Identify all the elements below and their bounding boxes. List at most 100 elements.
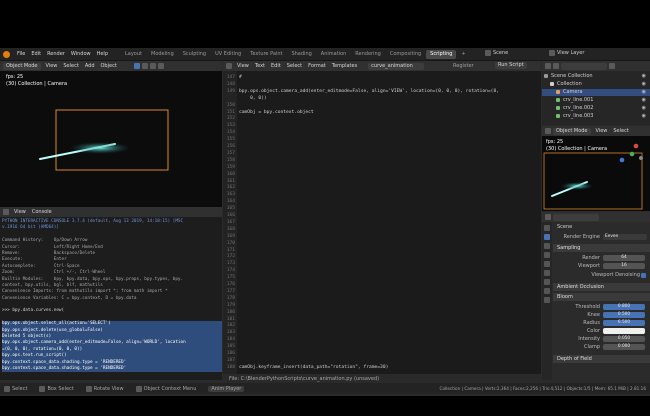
constraints-tab-icon[interactable] bbox=[544, 288, 550, 294]
view-layer-tab-icon[interactable] bbox=[544, 252, 550, 258]
visibility-eye-icon[interactable]: ◉ bbox=[642, 81, 646, 88]
outliner-item[interactable]: crv_line.001 ◉ bbox=[542, 97, 650, 104]
tab-rendering[interactable]: Rendering bbox=[351, 50, 385, 59]
viewport-menu-select[interactable]: Select bbox=[60, 63, 81, 69]
properties-search-input[interactable] bbox=[553, 213, 599, 221]
code-line[interactable]: 160 bbox=[225, 172, 239, 177]
visibility-eye-icon[interactable]: ◉ bbox=[642, 113, 646, 120]
code-line[interactable]: 180 bbox=[225, 310, 239, 315]
object-mode-dropdown[interactable]: Object Mode bbox=[3, 62, 41, 70]
overlay-icon[interactable] bbox=[157, 63, 164, 69]
console-editor-type-icon[interactable] bbox=[3, 209, 9, 215]
text-editor[interactable]: 147 #148 149 bpy.ops.object.camera_add(ente… bbox=[223, 71, 541, 374]
knee-field[interactable]: 0.500 bbox=[603, 312, 645, 318]
viewport-samples-field[interactable]: 16 bbox=[603, 263, 645, 269]
tab-sculpting[interactable]: Sculpting bbox=[179, 50, 210, 59]
outliner-item[interactable]: Scene Collection ◉ bbox=[542, 73, 650, 80]
text-menu-view[interactable]: View bbox=[234, 63, 252, 69]
shading-material-icon[interactable] bbox=[141, 63, 148, 69]
visibility-eye-icon[interactable]: ◉ bbox=[642, 97, 646, 104]
tab-shading[interactable]: Shading bbox=[287, 50, 315, 59]
code-line[interactable]: 185 bbox=[225, 344, 239, 349]
camera-menu-select[interactable]: Select bbox=[610, 128, 631, 134]
render-tab-icon[interactable] bbox=[544, 234, 550, 240]
code-line[interactable]: 147 # bbox=[225, 75, 242, 80]
outliner-item[interactable]: crv_line.002 ◉ bbox=[542, 105, 650, 112]
shading-solid-icon[interactable] bbox=[133, 63, 140, 69]
ambient-occlusion-panel-header[interactable]: Ambient Occlusion bbox=[553, 283, 650, 291]
properties-type-icon[interactable] bbox=[545, 214, 551, 220]
anim-player-button[interactable]: Anim Player bbox=[208, 385, 245, 392]
code-line[interactable]: 166 bbox=[225, 213, 239, 218]
code-line[interactable]: 161 bbox=[225, 179, 239, 184]
code-line[interactable]: 163 bbox=[225, 192, 239, 197]
scene-tab-icon[interactable] bbox=[544, 261, 550, 267]
depth-of-field-panel-header[interactable]: Depth of Field bbox=[553, 355, 650, 363]
outliner-search-input[interactable] bbox=[561, 62, 607, 70]
code-line[interactable]: 165 bbox=[225, 206, 239, 211]
3d-viewport[interactable]: fps: 25 (30) Collection | Camera bbox=[0, 71, 222, 207]
console-menu-console[interactable]: Console bbox=[29, 209, 55, 215]
blender-logo-icon[interactable] bbox=[3, 50, 10, 58]
camera-menu-view[interactable]: View bbox=[593, 128, 611, 134]
code-line[interactable]: 188 camObj.keyframe_insert(data_path="rot… bbox=[225, 365, 389, 370]
add-workspace-button[interactable]: + bbox=[457, 50, 469, 59]
code-line[interactable]: 162 bbox=[225, 185, 239, 190]
code-line[interactable]: 151 camObj = bpy.context.object bbox=[225, 110, 314, 115]
outliner-item[interactable]: Collection ◉ bbox=[542, 81, 650, 88]
text-editor-type-icon[interactable] bbox=[226, 63, 232, 69]
radius-field[interactable]: 6.500 bbox=[603, 320, 645, 326]
view-layer-name[interactable]: View Layer bbox=[557, 50, 584, 56]
camera-preview-viewport[interactable]: fps: 25 (30) Collection | Camera bbox=[542, 136, 650, 211]
shading-rendered-icon[interactable] bbox=[149, 63, 156, 69]
text-menu-edit[interactable]: Edit bbox=[268, 63, 284, 69]
code-line[interactable]: 169 bbox=[225, 234, 239, 239]
clamp-field[interactable]: 0.000 bbox=[603, 344, 645, 350]
text-menu-select[interactable]: Select bbox=[284, 63, 305, 69]
code-line[interactable]: 164 bbox=[225, 199, 239, 204]
sampling-panel-header[interactable]: Sampling bbox=[553, 244, 650, 252]
menu-help[interactable]: Help bbox=[94, 51, 111, 57]
menu-render[interactable]: Render bbox=[44, 51, 68, 57]
scene-selector[interactable]: Scene View Layer bbox=[485, 50, 584, 56]
tool-tab-icon[interactable] bbox=[544, 225, 550, 231]
text-menu-format[interactable]: Format bbox=[305, 63, 329, 69]
code-line[interactable]: 170 bbox=[225, 241, 239, 246]
code-line[interactable]: 154 bbox=[225, 130, 239, 135]
code-line[interactable]: 171 bbox=[225, 248, 239, 253]
viewport-menu-view[interactable]: View bbox=[43, 63, 61, 69]
code-line[interactable]: 157 bbox=[225, 151, 239, 156]
code-line[interactable]: 177 bbox=[225, 289, 239, 294]
code-line[interactable]: 172 bbox=[225, 254, 239, 259]
code-line[interactable]: 155 bbox=[225, 137, 239, 142]
tab-modeling[interactable]: Modeling bbox=[147, 50, 178, 59]
code-line[interactable]: 178 bbox=[225, 296, 239, 301]
code-line[interactable]: 148 bbox=[225, 82, 239, 87]
bloom-panel-header[interactable]: Bloom bbox=[553, 293, 650, 301]
code-line[interactable]: 183 bbox=[225, 330, 239, 335]
tab-layout[interactable]: Layout bbox=[121, 50, 146, 59]
threshold-field[interactable]: 0.800 bbox=[603, 304, 645, 310]
code-line[interactable]: 175 bbox=[225, 275, 239, 280]
data-tab-icon[interactable] bbox=[544, 297, 550, 303]
menu-file[interactable]: File bbox=[14, 51, 28, 57]
code-line[interactable]: 187 bbox=[225, 358, 239, 363]
object-tab-icon[interactable] bbox=[544, 279, 550, 285]
tab-scripting[interactable]: Scripting bbox=[426, 49, 457, 59]
menu-window[interactable]: Window bbox=[68, 51, 94, 57]
menu-edit[interactable]: Edit bbox=[28, 51, 44, 57]
code-line[interactable]: 153 bbox=[225, 123, 239, 128]
tab-compositing[interactable]: Compositing bbox=[386, 50, 425, 59]
camera-view-type-icon[interactable] bbox=[545, 128, 551, 134]
visibility-eye-icon[interactable]: ◉ bbox=[642, 89, 646, 96]
visibility-eye-icon[interactable]: ◉ bbox=[642, 105, 646, 112]
run-script-button[interactable]: Run Script bbox=[495, 62, 527, 69]
code-line[interactable]: 167 bbox=[225, 220, 239, 225]
code-line[interactable]: 173 bbox=[225, 261, 239, 266]
visibility-eye-icon[interactable]: ◉ bbox=[642, 73, 646, 80]
text-menu-templates[interactable]: Templates bbox=[329, 63, 360, 69]
code-line[interactable]: 150 bbox=[225, 103, 239, 108]
code-line[interactable]: 152 bbox=[225, 116, 239, 121]
python-console[interactable]: PYTHON INTERACTIVE CONSOLE 3.7.4 (defaul… bbox=[0, 217, 222, 380]
output-tab-icon[interactable] bbox=[544, 243, 550, 249]
